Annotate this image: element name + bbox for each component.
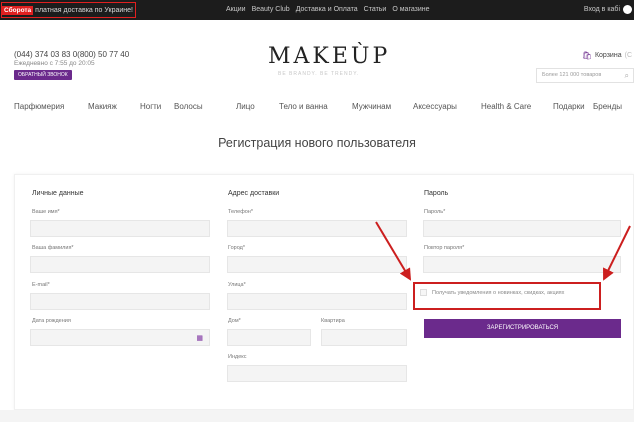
first-name-field[interactable] bbox=[30, 220, 210, 237]
top-bar: Сборота платная доставка по Украине! Акц… bbox=[0, 0, 634, 20]
promo-banner[interactable]: Сборота платная доставка по Украине! bbox=[1, 2, 136, 18]
nav-item-nails[interactable]: Ногти bbox=[140, 102, 161, 111]
street-field[interactable] bbox=[227, 293, 407, 310]
top-link-beauty-club[interactable]: Beauty Club bbox=[252, 6, 290, 13]
apartment-field[interactable] bbox=[321, 329, 407, 346]
password-field[interactable] bbox=[423, 220, 621, 237]
logo-slogan: BE BRANDY. BE TRENDY. bbox=[278, 71, 360, 77]
email-label: E-mail* bbox=[32, 282, 50, 288]
top-link-articles[interactable]: Статьи bbox=[364, 6, 387, 13]
delivery-address-title: Адрес доставки bbox=[228, 190, 280, 197]
nav-item-perfume[interactable]: Парфюмерия bbox=[14, 102, 64, 111]
nav-item-accessories[interactable]: Аксессуары bbox=[413, 102, 457, 111]
nav-item-face[interactable]: Лицо bbox=[236, 102, 255, 111]
apartment-label: Квартира bbox=[321, 318, 345, 324]
site-logo[interactable]: MAKEÙP bbox=[268, 44, 390, 69]
top-link-delivery[interactable]: Доставка и Оплата bbox=[296, 6, 358, 13]
repeat-password-label: Повтор пароля* bbox=[424, 245, 465, 251]
bottom-bar bbox=[0, 410, 634, 422]
cart-icon: 🛍 bbox=[581, 51, 592, 60]
page-title: Регистрация нового пользователя bbox=[218, 136, 416, 150]
city-label: Город* bbox=[228, 245, 246, 251]
login-link[interactable]: Вход в кабі bbox=[584, 6, 620, 13]
first-name-label: Ваше имя* bbox=[32, 209, 60, 215]
promo-text: платная доставка по Украине! bbox=[35, 6, 133, 14]
nav-item-body[interactable]: Тело и ванна bbox=[279, 102, 328, 111]
working-hours: Ежедневно с 7:55 до 20:05 bbox=[14, 60, 95, 67]
register-button[interactable]: ЗАРЕГИСТРИРОВАТЬСЯ bbox=[424, 319, 621, 338]
callback-button[interactable]: ОБРАТНЫЙ ЗВОНОК bbox=[14, 70, 72, 80]
top-link-about[interactable]: О магазине bbox=[392, 6, 429, 13]
nav-item-brands[interactable]: Бренды bbox=[593, 102, 622, 111]
repeat-password-field[interactable] bbox=[423, 256, 621, 273]
user-icon[interactable] bbox=[623, 5, 632, 14]
cart-button[interactable]: 🛍 Корзина (С bbox=[582, 51, 632, 60]
city-field[interactable] bbox=[227, 256, 407, 273]
phone-label: Телефон* bbox=[228, 209, 253, 215]
nav-item-makeup[interactable]: Макияж bbox=[88, 102, 117, 111]
street-label: Улица* bbox=[228, 282, 246, 288]
personal-data-title: Личные данные bbox=[32, 190, 84, 197]
highlight-box bbox=[413, 282, 601, 310]
birthday-field[interactable]: ▦ bbox=[30, 329, 210, 346]
password-title: Пароль bbox=[424, 190, 449, 197]
top-link-promotions[interactable]: Акции bbox=[226, 6, 246, 13]
last-name-label: Ваша фамилия* bbox=[32, 245, 74, 251]
nav-item-hair[interactable]: Волосы bbox=[174, 102, 203, 111]
zip-label: Индекс bbox=[228, 354, 247, 360]
search-input[interactable]: Более 121 000 товаров ⌕ bbox=[536, 68, 634, 83]
last-name-field[interactable] bbox=[30, 256, 210, 273]
password-label: Пароль* bbox=[424, 209, 446, 215]
nav-item-health-care[interactable]: Health & Care bbox=[481, 102, 531, 111]
house-field[interactable] bbox=[227, 329, 311, 346]
zip-field[interactable] bbox=[227, 365, 407, 382]
cart-label: Корзина bbox=[594, 52, 622, 59]
email-field[interactable] bbox=[30, 293, 210, 310]
birthday-label: Дата рождения bbox=[32, 318, 71, 324]
calendar-icon[interactable]: ▦ bbox=[196, 334, 203, 342]
search-icon[interactable]: ⌕ bbox=[625, 71, 629, 81]
top-links: Акции Beauty Club Доставка и Оплата Стат… bbox=[226, 6, 430, 13]
phone-field[interactable] bbox=[227, 220, 407, 237]
nav-item-gifts[interactable]: Подарки bbox=[553, 102, 585, 111]
search-placeholder: Более 121 000 товаров bbox=[542, 72, 602, 78]
nav-item-men[interactable]: Мужчинам bbox=[352, 102, 391, 111]
promo-badge: Сборота bbox=[2, 5, 34, 15]
cart-count: (С bbox=[624, 52, 632, 59]
house-label: Дом* bbox=[228, 318, 241, 324]
phone-numbers[interactable]: (044) 374 03 83 0(800) 50 77 40 bbox=[14, 50, 129, 59]
